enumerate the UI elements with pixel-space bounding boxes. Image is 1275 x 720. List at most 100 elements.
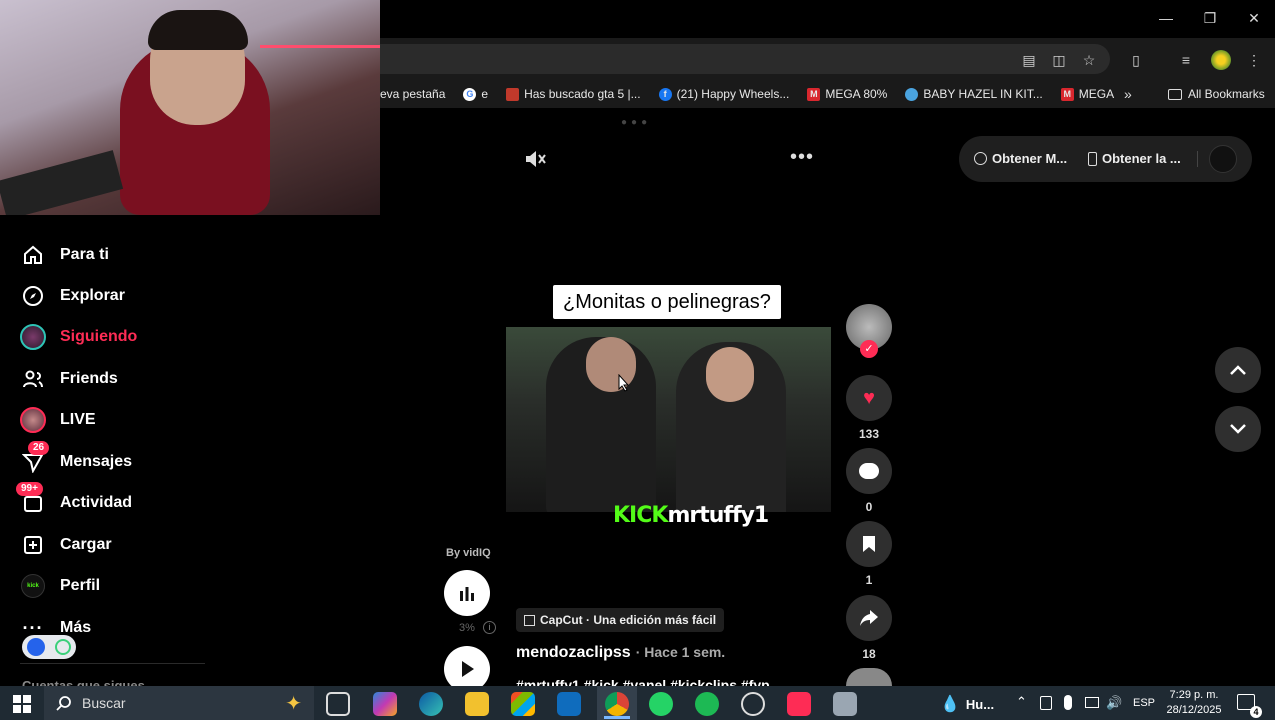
messages-badge: 26 xyxy=(28,441,50,455)
tiktok-icon[interactable] xyxy=(787,692,811,716)
bookmark-item[interactable]: Ge xyxy=(463,87,488,101)
network-icon[interactable] xyxy=(1085,697,1099,708)
video-hashtags[interactable]: #mrtuffy1 #kick #vanel #kickclips #fyp xyxy=(516,677,816,686)
clock[interactable]: 7:29 p. m. 28/12/2025 xyxy=(1158,688,1230,718)
bookmark-item[interactable]: eva pestaña xyxy=(380,87,445,101)
bookmark-icon xyxy=(863,536,875,552)
friends-icon xyxy=(20,366,46,392)
chrome-icon[interactable] xyxy=(605,692,629,716)
minimize-icon[interactable]: — xyxy=(1152,6,1180,30)
address-bar[interactable] xyxy=(380,44,1110,74)
bookmark-item[interactable]: BABY HAZEL IN KIT... xyxy=(905,87,1043,101)
author-name[interactable]: mendozaclipss xyxy=(516,644,631,662)
mouse-cursor-icon xyxy=(618,373,630,392)
chevron-up-icon xyxy=(1230,365,1246,375)
google-icon: G xyxy=(463,87,477,101)
microphone-icon[interactable] xyxy=(1064,695,1072,710)
webcam-hair xyxy=(148,10,248,50)
mute-icon[interactable] xyxy=(524,148,548,175)
sidebar-item-siguiendo[interactable]: Siguiendo xyxy=(20,324,137,350)
all-bookmarks-button[interactable]: All Bookmarks xyxy=(1168,87,1265,101)
effect-label: CapCut · Una edición más fácil xyxy=(540,613,717,627)
comment-count: 0 xyxy=(865,500,873,514)
chrome-menu-icon[interactable]: ⋮ xyxy=(1244,50,1264,70)
globe-icon xyxy=(905,87,919,101)
bookmark-item[interactable]: M MEGA xyxy=(1060,87,1114,101)
store-icon[interactable] xyxy=(511,692,535,716)
more-options-icon[interactable]: ••• xyxy=(790,147,814,167)
share-button[interactable] xyxy=(846,595,892,641)
vidiq-percent: 3% xyxy=(459,622,475,634)
whatsapp-icon[interactable] xyxy=(649,692,673,716)
file-explorer-icon[interactable] xyxy=(465,692,489,716)
obs-icon[interactable] xyxy=(741,692,765,716)
get-app-label: Obtener la ... xyxy=(1102,151,1181,166)
weather-widget[interactable]: 💧 Hu... xyxy=(940,694,994,714)
media-control-icon[interactable]: ≡ xyxy=(1176,50,1196,70)
get-m-button[interactable]: Obtener M... xyxy=(974,151,1067,166)
bookmark-item[interactable]: f (21) Happy Wheels... xyxy=(658,87,789,101)
sidebar-item-live[interactable]: LIVE xyxy=(20,407,96,433)
get-m-label: Obtener M... xyxy=(992,151,1068,166)
power-icon xyxy=(55,639,71,655)
follow-check-icon[interactable]: ✓ xyxy=(860,340,878,358)
edge-icon[interactable] xyxy=(419,692,443,716)
translate-icon[interactable]: ▤ xyxy=(1019,50,1039,70)
sidebar-item-cargar[interactable]: Cargar xyxy=(20,532,112,558)
save-button[interactable] xyxy=(846,521,892,567)
language-indicator[interactable]: ESP xyxy=(1133,697,1155,709)
sidebar-divider xyxy=(20,663,205,664)
pill-divider xyxy=(1197,151,1198,167)
extension-toggle[interactable] xyxy=(22,635,76,659)
taskbar-search[interactable]: Buscar ✦ xyxy=(44,686,314,720)
sound-avatar[interactable] xyxy=(846,668,892,686)
sidebar-item-mensajes[interactable]: 26 Mensajes xyxy=(20,441,133,475)
save-count: 1 xyxy=(865,573,873,587)
copilot-icon[interactable] xyxy=(373,692,397,716)
active-indicator xyxy=(604,716,630,719)
extensions-icon[interactable]: ▯ xyxy=(1126,50,1146,70)
sidebar-item-label: Friends xyxy=(60,370,118,387)
previous-video-button[interactable] xyxy=(1215,347,1261,393)
spotify-icon[interactable] xyxy=(695,692,719,716)
task-view-icon[interactable] xyxy=(326,692,350,716)
volume-icon[interactable]: 🔊 xyxy=(1106,695,1122,711)
sidebar-item-label: Mensajes xyxy=(60,453,133,470)
install-app-icon[interactable]: ◫ xyxy=(1049,50,1069,70)
sidebar-item-explorar[interactable]: Explorar xyxy=(20,283,125,309)
like-button[interactable]: ♥ xyxy=(846,375,892,421)
windows-start-icon[interactable] xyxy=(13,695,31,718)
restore-icon[interactable]: ❐ xyxy=(1196,6,1224,30)
effect-tag[interactable]: CapCut · Una edición más fácil xyxy=(516,608,725,632)
info-icon[interactable]: i xyxy=(483,621,496,634)
profile-avatar-icon[interactable] xyxy=(1211,50,1231,70)
sidebar-item-actividad[interactable]: 99+ Actividad xyxy=(16,482,132,516)
folder-icon xyxy=(1168,88,1182,100)
app-icon[interactable] xyxy=(833,692,857,716)
close-icon[interactable]: ✕ xyxy=(1240,6,1268,30)
vidiq-stats-button[interactable] xyxy=(444,570,490,616)
heart-icon: ♥ xyxy=(863,386,875,409)
sidebar-item-para-ti[interactable]: Para ti xyxy=(20,242,109,268)
get-app-button[interactable]: Obtener la ... xyxy=(1088,151,1181,166)
sidebar-item-perfil[interactable]: kick Perfil xyxy=(20,573,100,599)
share-count: 18 xyxy=(862,647,876,661)
bookmark-item[interactable]: Has buscado gta 5 |... xyxy=(506,87,641,101)
facebook-icon: f xyxy=(658,87,672,101)
user-avatar[interactable] xyxy=(1209,145,1237,173)
video-player[interactable] xyxy=(506,327,831,512)
compass-icon xyxy=(20,283,46,309)
hashtags-clip: #mrtuffy1 #kick #vanel #kickclips #fyp xyxy=(516,677,816,686)
camera-icon[interactable] xyxy=(1040,696,1052,710)
bookmarks-overflow-icon[interactable]: » xyxy=(1124,86,1132,102)
comment-button[interactable] xyxy=(846,448,892,494)
mail-icon[interactable] xyxy=(557,692,581,716)
next-video-button[interactable] xyxy=(1215,406,1261,452)
mega-icon: M xyxy=(807,87,821,101)
drag-handle-icon[interactable]: ●●● xyxy=(621,117,651,128)
sidebar-item-friends[interactable]: Friends xyxy=(20,366,118,392)
inbox-icon: 99+ xyxy=(16,482,46,516)
tray-chevron-icon[interactable]: ⌃ xyxy=(1016,694,1027,710)
bookmark-item[interactable]: M MEGA 80% xyxy=(807,87,887,101)
bookmark-star-icon[interactable]: ☆ xyxy=(1079,50,1099,70)
